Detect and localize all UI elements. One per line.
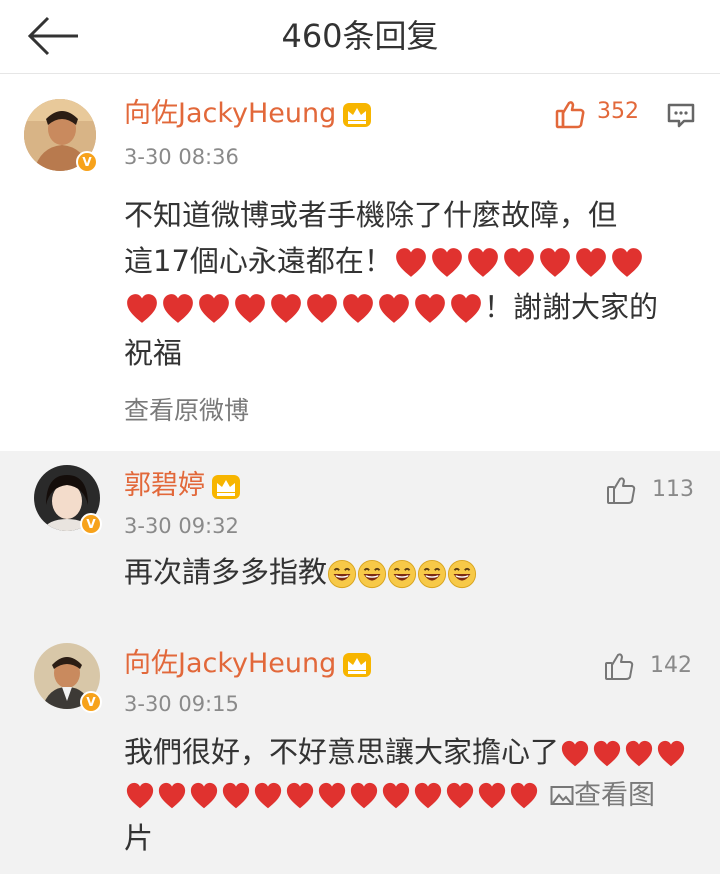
reply-author[interactable]: 向佐JackyHeung xyxy=(124,647,372,681)
heart-emoji-icon xyxy=(127,294,157,323)
reply-time: 3-30 09:32 xyxy=(124,514,239,538)
reply-text-content: 再次請多多指教 xyxy=(124,555,328,589)
heart-emoji-icon xyxy=(432,248,462,277)
reply-text-line1-text: 我們很好，不好意思讓大家擔心了 xyxy=(124,735,560,769)
heart-emoji-icon xyxy=(126,782,154,809)
heart-emoji-icon xyxy=(504,248,534,277)
reply-text-line3: 片 xyxy=(124,821,154,855)
page-title: 460条回复 xyxy=(281,17,439,55)
heart-emoji-icon xyxy=(254,782,282,809)
top-bar: 460条回复 xyxy=(0,0,720,74)
heart-emoji-row xyxy=(124,777,540,811)
thumbs-up-icon xyxy=(607,477,636,504)
heart-emoji-icon xyxy=(612,248,642,277)
comment-button[interactable] xyxy=(666,101,696,131)
reply-text: 再次請多多指教 xyxy=(124,549,694,595)
post-author[interactable]: 向佐JackyHeung xyxy=(124,97,372,131)
thumbs-up-icon xyxy=(555,101,585,129)
thumbs-up-icon xyxy=(605,653,634,680)
like-button[interactable]: 142 xyxy=(604,649,694,681)
verified-badge: V xyxy=(80,513,102,535)
image-icon xyxy=(550,786,574,805)
laughing-emoji-icon xyxy=(327,559,357,589)
post-like-count: 352 xyxy=(597,99,639,124)
view-image-link[interactable]: 查看图 xyxy=(550,777,655,811)
heart-emoji-icon xyxy=(382,782,410,809)
post-text-line2-text: 這17個心永遠都在！ xyxy=(124,244,393,278)
verified-badge: V xyxy=(80,691,102,713)
heart-emoji-icon xyxy=(593,740,621,767)
heart-emoji-icon xyxy=(350,782,378,809)
laughing-emoji-row xyxy=(327,555,477,589)
heart-emoji-icon xyxy=(561,740,589,767)
heart-emoji-icon xyxy=(163,294,193,323)
comment-icon xyxy=(667,103,695,128)
heart-emoji-row xyxy=(559,735,687,769)
like-button[interactable]: 113 xyxy=(606,473,696,505)
like-button[interactable]: 352 xyxy=(555,97,645,131)
heart-emoji-icon xyxy=(158,782,186,809)
heart-emoji-icon xyxy=(190,782,218,809)
heart-emoji-icon xyxy=(540,248,570,277)
post-author-name: 向佐JackyHeung xyxy=(124,98,337,129)
reply-text-line2: 查看图 xyxy=(124,773,704,817)
heart-emoji-icon xyxy=(414,782,442,809)
heart-emoji-icon xyxy=(222,782,250,809)
heart-emoji-icon xyxy=(415,294,445,323)
heart-emoji-row xyxy=(124,290,484,324)
post-time: 3-30 08:36 xyxy=(124,145,239,169)
laughing-emoji-icon xyxy=(357,559,387,589)
heart-emoji-icon xyxy=(396,248,426,277)
heart-emoji-icon xyxy=(510,782,538,809)
reply-time: 3-30 09:15 xyxy=(124,692,239,716)
post-text-line1: 不知道微博或者手機除了什麼故障，但 xyxy=(124,198,618,232)
reply-text: 我們很好，不好意思讓大家擔心了 查看图 片 xyxy=(124,731,704,859)
post-text-line4: 祝福 xyxy=(124,336,183,370)
view-original-link[interactable]: 查看原微博 xyxy=(124,395,249,427)
post-text-line2: 這17個心永遠都在！ xyxy=(124,238,694,284)
reply-author-name: 向佐JackyHeung xyxy=(124,648,337,679)
heart-emoji-icon xyxy=(318,782,346,809)
heart-emoji-icon xyxy=(343,294,373,323)
post-text-line3-text: ！謝謝大家的 xyxy=(484,290,659,324)
heart-emoji-icon xyxy=(271,294,301,323)
heart-emoji-icon xyxy=(657,740,685,767)
heart-emoji-icon xyxy=(576,248,606,277)
heart-emoji-icon xyxy=(468,248,498,277)
reply-author-name: 郭碧婷 xyxy=(124,470,205,501)
verified-badge: V xyxy=(76,151,98,173)
laughing-emoji-icon xyxy=(417,559,447,589)
heart-emoji-icon xyxy=(478,782,506,809)
heart-emoji-row xyxy=(393,244,645,278)
reply-item: V 向佐JackyHeung 3-30 09:15 142 我們很好，不好意思讓… xyxy=(0,629,720,874)
heart-emoji-icon xyxy=(235,294,265,323)
reply-like-count: 142 xyxy=(650,653,692,678)
view-image-text: 查看图 xyxy=(574,780,655,811)
heart-emoji-icon xyxy=(446,782,474,809)
crown-icon xyxy=(343,102,372,127)
reply-list: V 郭碧婷 3-30 09:32 113 再次請多多指教 V 向佐JackyHe… xyxy=(0,451,720,874)
reply-item: V 郭碧婷 3-30 09:32 113 再次請多多指教 xyxy=(0,451,720,631)
laughing-emoji-icon xyxy=(387,559,417,589)
laughing-emoji-icon xyxy=(447,559,477,589)
heart-emoji-icon xyxy=(625,740,653,767)
original-post: V 向佐JackyHeung 3-30 08:36 352 不知道微博或者手機除… xyxy=(0,75,720,451)
post-text: 不知道微博或者手機除了什麼故障，但 這17個心永遠都在！ ！謝謝大家的 祝福 xyxy=(124,192,694,376)
heart-emoji-icon xyxy=(307,294,337,323)
crown-icon xyxy=(343,652,372,677)
heart-emoji-icon xyxy=(451,294,481,323)
crown-icon xyxy=(212,474,240,499)
reply-like-count: 113 xyxy=(652,477,694,502)
heart-emoji-icon xyxy=(379,294,409,323)
reply-author[interactable]: 郭碧婷 xyxy=(124,469,241,503)
heart-emoji-icon xyxy=(286,782,314,809)
heart-emoji-icon xyxy=(199,294,229,323)
reply-text-line1: 我們很好，不好意思讓大家擔心了 xyxy=(124,731,704,773)
post-text-line3: ！謝謝大家的 xyxy=(124,284,694,330)
